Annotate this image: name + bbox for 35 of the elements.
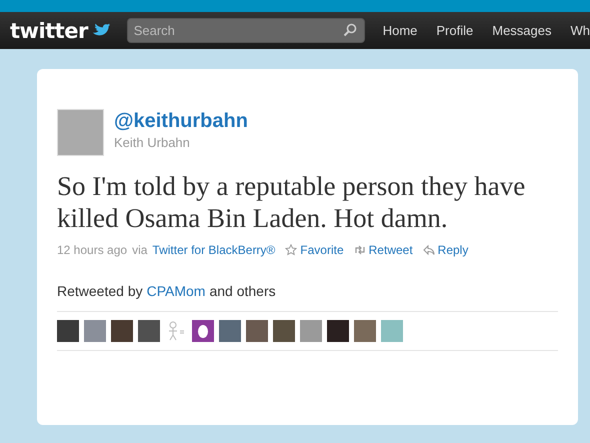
nav-link[interactable]: Wh [570, 23, 590, 38]
photo-placeholder[interactable] [111, 320, 133, 342]
photo-placeholder[interactable] [381, 320, 403, 342]
retweet-icon [354, 244, 366, 256]
username-link[interactable]: @keithurbahn [114, 110, 248, 133]
photo-placeholder[interactable] [57, 320, 79, 342]
photo-placeholder[interactable] [327, 320, 349, 342]
reply-link[interactable]: Reply [422, 243, 468, 257]
nav-link[interactable]: Profile [436, 23, 474, 38]
favorite-link[interactable]: Favorite [285, 243, 344, 257]
photo-placeholder[interactable] [273, 320, 295, 342]
retweeted-label: Retweeted by [57, 283, 143, 299]
photo-placeholder[interactable] [138, 320, 160, 342]
search-field[interactable]: Search [126, 18, 365, 43]
photo-placeholder[interactable] [246, 320, 268, 342]
photo-placeholder[interactable] [219, 320, 241, 342]
timestamp: 12 hours ago [57, 243, 128, 257]
photo-placeholder[interactable] [84, 320, 106, 342]
photo-placeholder[interactable] [300, 320, 322, 342]
retweet-link[interactable]: Retweet [354, 243, 413, 257]
via-label: via [132, 243, 148, 257]
photo-placeholder [57, 109, 104, 156]
others-label: and others [209, 283, 276, 299]
photo-placeholder[interactable] [354, 320, 376, 342]
tweet-text: So I'm told by a reputable person they have killed Osama Bin Laden. Hot damn. [57, 170, 526, 234]
display-name: Keith Urbahn [114, 135, 191, 150]
nav-link[interactable]: Messages [492, 23, 552, 38]
logo-wordmark[interactable]: twitter [10, 18, 88, 42]
star-icon [285, 244, 298, 256]
source-link[interactable]: Twitter for BlackBerry® [152, 243, 276, 257]
search-icon [342, 23, 357, 37]
egg-avatar-icon[interactable] [192, 320, 214, 342]
nav-link[interactable]: Home [382, 23, 418, 38]
reply-icon [422, 244, 435, 256]
user-link[interactable]: CPAMom [146, 283, 206, 299]
